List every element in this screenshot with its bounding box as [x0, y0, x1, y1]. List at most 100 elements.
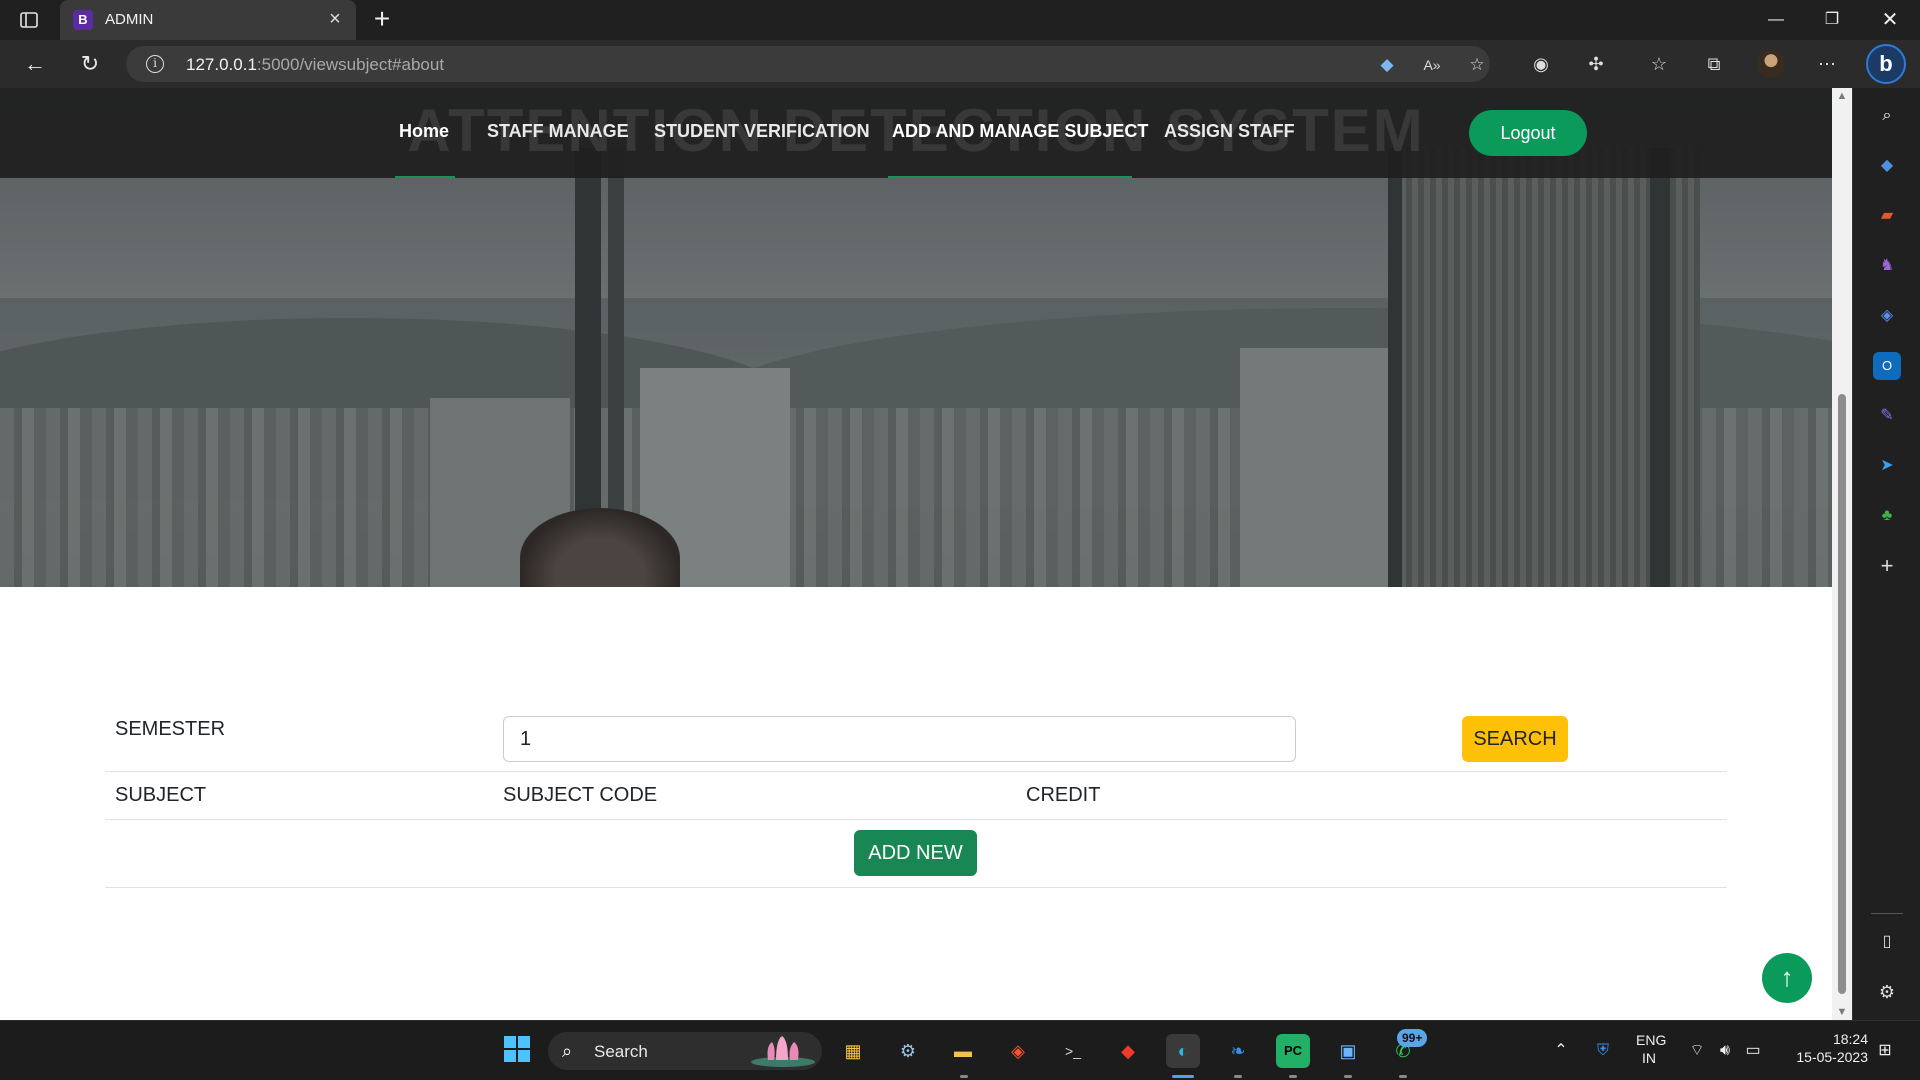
url-text[interactable]: 127.0.0.1:5000/viewsubject#about: [186, 55, 444, 75]
clock-date: 15-05-2023: [1796, 1049, 1868, 1065]
security-shield-icon[interactable]: ⛨: [1592, 1041, 1614, 1061]
language-indicator[interactable]: ENG IN: [1636, 1032, 1666, 1066]
page-scrollbar[interactable]: ▲ ▼: [1832, 88, 1852, 1020]
language-code: ENG: [1636, 1032, 1667, 1048]
search-icon: ⌕: [562, 1041, 573, 1061]
minimize-icon[interactable]: —: [1748, 0, 1804, 40]
read-aloud-icon[interactable]: A»: [1421, 54, 1443, 76]
address-bar[interactable]: i 127.0.0.1:5000/viewsubject#about ◆ A» …: [126, 46, 1490, 82]
running-indicator: [1399, 1075, 1407, 1078]
games-icon[interactable]: ♞: [1873, 252, 1901, 280]
outlook-icon[interactable]: O: [1873, 352, 1901, 380]
column-credit: CREDIT: [1026, 784, 1101, 806]
hide-sidebar-icon[interactable]: ▯: [1873, 928, 1901, 956]
back-arrow-icon[interactable]: ←: [20, 50, 50, 78]
url-path: :5000/viewsubject#about: [256, 55, 445, 74]
windows-taskbar: ⌕ Search ▦ ⚙ ▬ ◈ >_ ◆ ◐ ❧ PC ▣ ✆ 99+ ⌃ ⛨…: [0, 1020, 1920, 1080]
nav-student-verification[interactable]: STUDENT VERIFICATION: [654, 121, 870, 142]
tree-icon[interactable]: ♣: [1873, 502, 1901, 530]
close-window-icon[interactable]: ✕: [1862, 0, 1918, 40]
favorites-icon[interactable]: ☆: [1647, 52, 1671, 76]
taskbar-search-box[interactable]: ⌕ Search: [548, 1032, 822, 1070]
clock[interactable]: 18:24 15-05-2023: [1788, 1031, 1868, 1065]
active-app-indicator: [1172, 1075, 1194, 1078]
logout-button[interactable]: Logout: [1469, 110, 1587, 156]
mysql-dolphin-icon[interactable]: ❧: [1221, 1034, 1255, 1068]
show-hidden-icons-chevron-icon[interactable]: ⌃: [1550, 1041, 1572, 1061]
region-code: IN: [1642, 1050, 1656, 1066]
pycharm-icon[interactable]: PC: [1276, 1034, 1310, 1068]
close-tab-icon[interactable]: ×: [324, 9, 346, 31]
semester-input[interactable]: 1: [503, 716, 1296, 762]
send-icon[interactable]: ➤: [1873, 452, 1901, 480]
search-button[interactable]: SEARCH: [1462, 716, 1568, 762]
running-indicator: [1234, 1075, 1242, 1078]
semester-label: SEMESTER: [115, 718, 226, 740]
browser-toolbar: ← ↻ i 127.0.0.1:5000/viewsubject#about ◆…: [0, 40, 1920, 88]
scroll-down-arrow-icon[interactable]: ▼: [1836, 1006, 1848, 1018]
nav-assign-staff[interactable]: ASSIGN STAFF: [1164, 121, 1295, 142]
volume-icon[interactable]: 🔊︎: [1714, 1041, 1736, 1061]
edge-browser-icon[interactable]: ◐: [1166, 1034, 1200, 1068]
wifi-icon[interactable]: ⌔: [1686, 1041, 1708, 1061]
restore-icon[interactable]: ❐: [1804, 0, 1860, 40]
profile-avatar[interactable]: [1757, 50, 1785, 78]
site-info-icon[interactable]: i: [146, 55, 164, 73]
page-viewport: ATTENTION DETECTION SYSTEM Home STAFF MA…: [0, 88, 1832, 1020]
new-tab-icon[interactable]: +: [368, 5, 396, 34]
subject-active-underline: [888, 176, 1132, 178]
nav-staff-manage[interactable]: STAFF MANAGE: [487, 121, 629, 142]
search-icon[interactable]: ⌕: [1873, 102, 1901, 130]
settings-gear-icon[interactable]: ⚙: [1873, 978, 1901, 1006]
add-sidebar-app-icon[interactable]: +: [1873, 552, 1901, 580]
add-new-row: ADD NEW: [105, 820, 1727, 888]
arrow-up-icon[interactable]: ↑: [1762, 953, 1812, 1003]
sidebar-divider: [1871, 913, 1903, 914]
whatsapp-unread-badge: 99+: [1397, 1029, 1428, 1047]
clock-time: 18:24: [1832, 1031, 1868, 1047]
start-windows-icon[interactable]: [500, 1034, 534, 1068]
running-indicator: [1344, 1075, 1352, 1078]
nav-add-manage-subject[interactable]: ADD AND MANAGE SUBJECT: [892, 121, 1148, 142]
add-new-button[interactable]: ADD NEW: [854, 830, 977, 876]
refresh-icon[interactable]: ↻: [75, 50, 105, 78]
home-active-underline: [395, 176, 455, 178]
copilot-icon[interactable]: ◈: [1873, 302, 1901, 330]
table-header-row: SUBJECT SUBJECT CODE CREDIT: [105, 772, 1727, 820]
edge-sidebar: ⌕ ◆ ▰ ♞ ◈ O ✎ ➤ ♣ + ▯ ⚙: [1852, 88, 1920, 1020]
extensions-icon[interactable]: ✣: [1584, 52, 1608, 76]
anydesk-icon[interactable]: ◆: [1111, 1034, 1145, 1068]
scrollbar-thumb[interactable]: [1838, 394, 1846, 994]
semester-row: SEMESTER 1 SEARCH: [105, 704, 1727, 772]
browser-title-bar: B ADMIN × + — ❐ ✕: [0, 0, 1920, 40]
browser-tab-admin[interactable]: B ADMIN ×: [60, 0, 356, 40]
shopping-tag-icon[interactable]: ◆: [1873, 152, 1901, 180]
collections-icon[interactable]: ⧉: [1702, 52, 1726, 76]
terminal-icon[interactable]: >_: [1056, 1034, 1090, 1068]
file-explorer-icon[interactable]: ▬: [946, 1034, 980, 1068]
settings-app-icon[interactable]: ⚙: [891, 1034, 925, 1068]
coupon-tag-icon[interactable]: ◆: [1376, 54, 1398, 76]
scroll-up-arrow-icon[interactable]: ▲: [1836, 90, 1848, 102]
designer-icon[interactable]: ✎: [1873, 402, 1901, 430]
running-indicator: [960, 1075, 968, 1078]
more-options-icon[interactable]: ⋯: [1815, 52, 1839, 76]
add-favorite-icon[interactable]: ☆: [1466, 54, 1488, 76]
tab-title: ADMIN: [105, 11, 154, 28]
site-header: ATTENTION DETECTION SYSTEM Home STAFF MA…: [0, 88, 1832, 178]
running-indicator: [1289, 1075, 1297, 1078]
notifications-icon[interactable]: ⊞: [1874, 1041, 1896, 1061]
tab-actions-icon[interactable]: [18, 9, 40, 31]
microsoft-store-icon[interactable]: ▦: [836, 1034, 870, 1068]
bing-chat-icon[interactable]: b: [1866, 44, 1906, 84]
nav-home[interactable]: Home: [399, 121, 449, 142]
brave-browser-icon[interactable]: ◈: [1001, 1034, 1035, 1068]
extension-eyes-icon[interactable]: ◉: [1529, 52, 1553, 76]
lotus-search-highlight-icon: [748, 1034, 818, 1068]
bootstrap-favicon-icon: B: [73, 10, 93, 30]
photos-icon[interactable]: ▣: [1331, 1034, 1365, 1068]
column-subject: SUBJECT: [115, 784, 207, 806]
tools-briefcase-icon[interactable]: ▰: [1873, 202, 1901, 230]
battery-icon[interactable]: ▭: [1742, 1041, 1764, 1061]
column-subject-code: SUBJECT CODE: [503, 784, 658, 806]
